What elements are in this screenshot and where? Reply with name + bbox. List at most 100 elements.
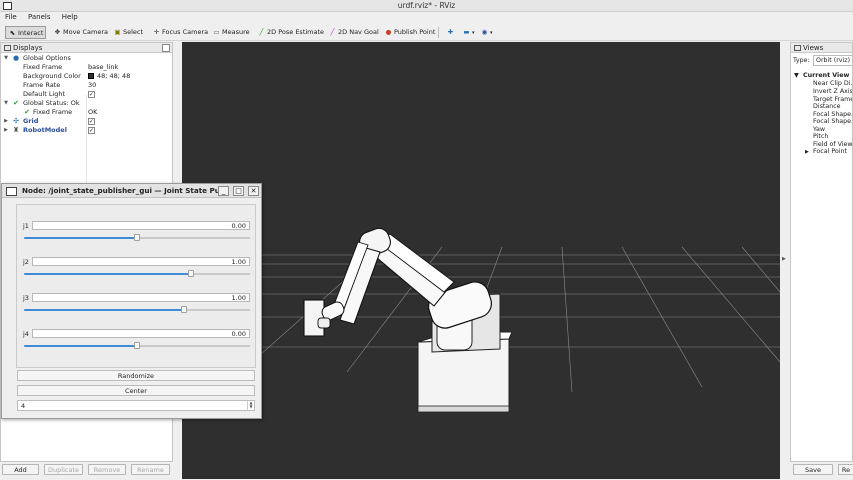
robot-icon: ♜ bbox=[12, 126, 20, 134]
select-icon: ▣ bbox=[114, 28, 121, 36]
nav-goal-tool-button[interactable]: ╱ 2D Nav Goal bbox=[326, 26, 381, 39]
views-title: Views bbox=[803, 44, 824, 52]
close-panel-button[interactable] bbox=[162, 44, 170, 52]
frame-rate-value[interactable]: 30 bbox=[88, 81, 96, 90]
joint-slider-j3[interactable] bbox=[24, 306, 250, 313]
joint-value-j3[interactable]: 1.00 bbox=[32, 293, 250, 302]
slider-handle[interactable] bbox=[181, 306, 187, 313]
view-type-dropdown[interactable]: Orbit (rviz) bbox=[813, 55, 852, 66]
joint-label-j4: j4 bbox=[23, 330, 29, 338]
duplicate-display-button[interactable]: Duplicate bbox=[44, 464, 83, 475]
joint-value-j1[interactable]: 0.00 bbox=[32, 221, 250, 230]
joint-slider-j2[interactable] bbox=[24, 270, 250, 277]
dialog-title-bar[interactable]: Node: /joint_state_publisher_gui — Joint… bbox=[2, 184, 261, 198]
interact-tool-button[interactable]: ⬉ Interact bbox=[5, 26, 47, 39]
panel-icon bbox=[4, 45, 11, 51]
close-button[interactable]: ✕ bbox=[248, 186, 259, 196]
collapse-arrow-icon[interactable]: ▶ bbox=[3, 117, 9, 126]
remove-view-button[interactable]: Re bbox=[838, 464, 853, 475]
slider-handle[interactable] bbox=[134, 234, 140, 241]
collapse-arrow-icon[interactable]: ▶ bbox=[3, 126, 9, 135]
panel-splitter[interactable]: ▶ bbox=[780, 42, 790, 479]
tree-row-grid[interactable]: ▶ ✣ Grid ✓ bbox=[1, 117, 172, 126]
joint-value-j4[interactable]: 0.00 bbox=[32, 329, 250, 338]
views-header: Views bbox=[791, 43, 852, 53]
menu-file[interactable]: File bbox=[0, 12, 21, 21]
menu-help[interactable]: Help bbox=[57, 12, 82, 21]
joint-slider-j1[interactable] bbox=[24, 234, 250, 241]
collapse-arrow-icon[interactable]: ▶ bbox=[805, 148, 809, 156]
view-prop-item[interactable]: Focal Point bbox=[813, 148, 847, 156]
current-view-item[interactable]: Current View bbox=[803, 72, 849, 80]
green-arrow-icon: ╱ bbox=[259, 28, 264, 36]
view-prop-item[interactable]: Pitch bbox=[813, 133, 828, 141]
publish-point-tool-button[interactable]: ● Publish Point bbox=[382, 26, 437, 39]
move-camera-tool-button[interactable]: ✥ Move Camera bbox=[51, 26, 110, 39]
remove-tool-button[interactable]: ▬ ▾ bbox=[460, 26, 477, 39]
grid-enabled-checkbox[interactable]: ✓ bbox=[88, 117, 95, 125]
remove-display-button[interactable]: Remove bbox=[88, 464, 126, 475]
view-prop-item[interactable]: Distance bbox=[813, 103, 841, 111]
window-title-bar: urdf.rviz* - RViz bbox=[0, 0, 853, 12]
center-button[interactable]: Center bbox=[17, 385, 255, 396]
joint-label-j3: j3 bbox=[23, 294, 29, 302]
map-pin-icon: ● bbox=[385, 28, 392, 36]
save-view-button[interactable]: Save bbox=[793, 464, 833, 475]
ruler-icon: ▭ bbox=[213, 28, 220, 36]
tree-row-status-fixed-frame[interactable]: ✔ Fixed Frame OK bbox=[1, 108, 172, 117]
default-light-checkbox[interactable]: ✓ bbox=[88, 90, 95, 98]
joint-slider-j4[interactable] bbox=[24, 342, 250, 349]
expand-arrow-icon[interactable]: ▼ bbox=[3, 54, 9, 63]
focus-camera-tool-button[interactable]: ✛ Focus Camera bbox=[150, 26, 210, 39]
collapse-arrow-icon[interactable]: ▼ bbox=[794, 72, 799, 80]
move-camera-icon: ✥ bbox=[54, 28, 61, 36]
tool-bar: ⬉ Interact ✥ Move Camera ▣ Select ✛ Focus Ca… bbox=[0, 23, 853, 41]
maximize-button[interactable]: □ bbox=[233, 186, 244, 196]
tree-row-global-status[interactable]: ▼ ✔ Global Status: Ok bbox=[1, 99, 172, 108]
joint-label-j1: j1 bbox=[23, 222, 29, 230]
collapse-right-arrow-icon[interactable]: ▶ bbox=[782, 256, 786, 262]
eye-icon: ◉ bbox=[481, 28, 488, 36]
tree-row-fixed-frame[interactable]: Fixed Frame base_link bbox=[1, 63, 172, 72]
color-swatch bbox=[88, 73, 94, 79]
displays-title: Displays bbox=[13, 44, 43, 52]
ok-check-icon: ✔ bbox=[13, 99, 19, 107]
plus-crosshair-icon: ✚ bbox=[447, 28, 454, 36]
expand-arrow-icon[interactable]: ▼ bbox=[3, 99, 9, 108]
pose-estimate-tool-button[interactable]: ╱ 2D Pose Estimate bbox=[255, 26, 326, 39]
menu-panels[interactable]: Panels bbox=[23, 12, 55, 21]
select-tool-button[interactable]: ▣ Select bbox=[111, 26, 145, 39]
robot-arm-model bbox=[303, 227, 513, 413]
joint-label-j2: j2 bbox=[23, 258, 29, 266]
window-icon bbox=[6, 187, 17, 196]
minimize-button[interactable]: _ bbox=[218, 186, 229, 196]
window-title: urdf.rviz* - RViz bbox=[397, 1, 456, 10]
robot-model-enabled-checkbox[interactable]: ✓ bbox=[88, 126, 95, 134]
minus-icon: ▬ bbox=[463, 28, 470, 36]
tree-row-default-light[interactable]: Default Light ✓ bbox=[1, 90, 172, 99]
columns-spinbox[interactable]: 4 ▲ ▼ bbox=[17, 400, 255, 411]
tree-row-frame-rate[interactable]: Frame Rate 30 bbox=[1, 81, 172, 90]
slider-handle[interactable] bbox=[188, 270, 194, 277]
rename-display-button[interactable]: Rename bbox=[131, 464, 170, 475]
panel-icon bbox=[794, 45, 801, 51]
add-tool-button[interactable]: ✚ bbox=[444, 26, 458, 39]
tree-row-global-options[interactable]: ▼ ● Global Options bbox=[1, 54, 172, 63]
view-prop-item[interactable]: Invert Z Axis bbox=[813, 88, 852, 96]
joint-value-j2[interactable]: 1.00 bbox=[32, 257, 250, 266]
add-display-button[interactable]: Add bbox=[2, 464, 39, 475]
slider-handle[interactable] bbox=[134, 342, 140, 349]
menu-bar: File Panels Help bbox=[0, 12, 853, 23]
view-prop-item[interactable]: Near Clip Di... bbox=[813, 80, 852, 88]
background-color-value[interactable]: 48; 48; 48 bbox=[88, 72, 130, 81]
randomize-button[interactable]: Randomize bbox=[17, 370, 255, 381]
render-viewport[interactable] bbox=[182, 42, 780, 479]
globe-icon: ● bbox=[12, 54, 20, 62]
spin-arrows-icon[interactable]: ▲ ▼ bbox=[247, 401, 254, 410]
measure-tool-button[interactable]: ▭ Measure bbox=[210, 26, 252, 39]
tree-row-robot-model[interactable]: ▶ ♜ RobotModel ✓ bbox=[1, 126, 172, 135]
tool-properties-button[interactable]: ◉ ▾ bbox=[478, 26, 495, 39]
fixed-frame-value[interactable]: base_link bbox=[88, 63, 118, 72]
tree-row-background-color[interactable]: Background Color 48; 48; 48 bbox=[1, 72, 172, 81]
view-prop-item[interactable]: Focal Shape... bbox=[813, 118, 852, 126]
